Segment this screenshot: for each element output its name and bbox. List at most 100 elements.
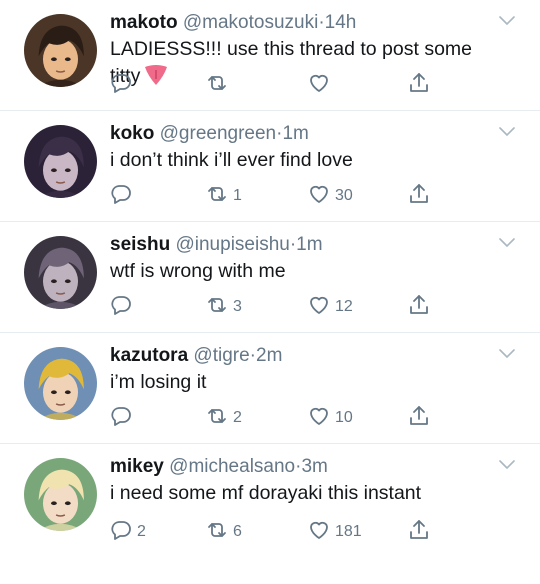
heart-icon xyxy=(307,293,331,322)
avatar[interactable] xyxy=(24,14,97,87)
share-icon xyxy=(407,518,431,547)
reply-button[interactable] xyxy=(109,72,137,98)
tweet-actions: 2 10 xyxy=(109,405,439,431)
avatar[interactable] xyxy=(24,347,97,420)
like-button[interactable] xyxy=(307,72,335,98)
tweet-text: i need some mf dorayaki this instant xyxy=(110,480,520,507)
tweet[interactable]: makoto @makotosuzuki·14h LADIESSS!!! use… xyxy=(0,0,540,111)
tweet-text-line: wtf is wrong with me xyxy=(110,260,286,282)
share-button[interactable] xyxy=(407,519,431,545)
avatar[interactable] xyxy=(24,458,97,531)
reply-button[interactable] xyxy=(109,183,137,209)
reply-button[interactable] xyxy=(109,405,137,431)
like-count: 10 xyxy=(335,409,353,426)
tweet-actions: 3 12 xyxy=(109,294,439,320)
tweet-actions: 1 30 xyxy=(109,183,439,209)
reply-button[interactable]: 2 xyxy=(109,519,146,545)
like-count: 12 xyxy=(335,298,353,315)
timestamp[interactable]: 1m xyxy=(282,123,308,144)
share-button[interactable] xyxy=(407,72,431,98)
retweet-button[interactable]: 1 xyxy=(205,183,242,209)
share-icon xyxy=(407,71,431,100)
username-handle[interactable]: @makotosuzuki xyxy=(183,12,318,33)
timestamp[interactable]: 2m xyxy=(256,345,282,366)
tweet-text-line: i’m losing it xyxy=(110,371,207,393)
tweet-header: koko @greengreen·1m xyxy=(110,121,520,147)
tweet[interactable]: seishu @inupiseishu·1m wtf is wrong with… xyxy=(0,222,540,333)
like-count: 181 xyxy=(335,523,362,540)
display-name[interactable]: seishu xyxy=(110,234,170,255)
reply-count: 2 xyxy=(137,523,146,540)
timestamp[interactable]: 1m xyxy=(296,234,322,255)
share-icon xyxy=(407,182,431,211)
retweet-button[interactable]: 2 xyxy=(205,405,242,431)
share-button[interactable] xyxy=(407,183,431,209)
retweet-count: 6 xyxy=(233,523,242,540)
display-name[interactable]: koko xyxy=(110,123,154,144)
username-handle[interactable]: @tigre xyxy=(193,345,249,366)
like-count: 30 xyxy=(335,187,353,204)
retweet-icon xyxy=(205,404,229,433)
like-button[interactable]: 12 xyxy=(307,294,353,320)
retweet-button[interactable]: 6 xyxy=(205,519,242,545)
like-button[interactable]: 10 xyxy=(307,405,353,431)
display-name[interactable]: mikey xyxy=(110,456,164,477)
tweet-content: koko @greengreen·1m i don’t think i’ll e… xyxy=(110,121,520,174)
reply-icon xyxy=(109,293,133,322)
tweet-text-line: LADIESSS!!! use this thread to post some xyxy=(110,38,473,60)
like-button[interactable]: 30 xyxy=(307,183,353,209)
share-icon xyxy=(407,293,431,322)
chevron-down-icon[interactable] xyxy=(498,125,516,137)
tweet-text: wtf is wrong with me xyxy=(110,258,520,285)
reply-icon xyxy=(109,518,133,547)
username-handle[interactable]: @inupiseishu xyxy=(175,234,289,255)
retweet-count: 2 xyxy=(233,409,242,426)
share-button[interactable] xyxy=(407,405,431,431)
retweet-icon xyxy=(205,71,229,100)
chevron-down-icon[interactable] xyxy=(498,347,516,359)
chevron-down-icon[interactable] xyxy=(498,14,516,26)
reply-button[interactable] xyxy=(109,294,137,320)
display-name[interactable]: makoto xyxy=(110,12,178,33)
tweet-header: kazutora @tigre·2m xyxy=(110,343,520,369)
share-button[interactable] xyxy=(407,294,431,320)
reply-icon xyxy=(109,404,133,433)
tweet-content: kazutora @tigre·2m i’m losing it xyxy=(110,343,520,396)
retweet-button[interactable] xyxy=(205,72,233,98)
heart-icon xyxy=(307,71,331,100)
avatar[interactable] xyxy=(24,236,97,309)
tweet-text: i don’t think i’ll ever find love xyxy=(110,147,520,174)
tweet-text-line: i don’t think i’ll ever find love xyxy=(110,149,353,171)
chevron-down-icon[interactable] xyxy=(498,458,516,470)
tweet-text-line: i need some mf dorayaki this instant xyxy=(110,482,422,504)
timeline: makoto @makotosuzuki·14h LADIESSS!!! use… xyxy=(0,0,540,557)
retweet-count: 3 xyxy=(233,298,242,315)
username-handle[interactable]: @greengreen xyxy=(160,123,276,144)
heart-icon xyxy=(307,518,331,547)
tweet-content: mikey @michealsano·3m i need some mf dor… xyxy=(110,454,520,507)
display-name[interactable]: kazutora xyxy=(110,345,188,366)
tweet[interactable]: mikey @michealsano·3m i need some mf dor… xyxy=(0,444,540,557)
tweet-header: mikey @michealsano·3m xyxy=(110,454,520,480)
avatar[interactable] xyxy=(24,125,97,198)
timestamp[interactable]: 14h xyxy=(325,12,357,33)
tweet-header: seishu @inupiseishu·1m xyxy=(110,232,520,258)
retweet-icon xyxy=(205,182,229,211)
heart-icon xyxy=(307,182,331,211)
timestamp[interactable]: 3m xyxy=(301,456,327,477)
tweet-header: makoto @makotosuzuki·14h xyxy=(110,10,520,36)
reply-icon xyxy=(109,71,133,100)
retweet-count: 1 xyxy=(233,187,242,204)
chevron-down-icon[interactable] xyxy=(498,236,516,248)
tweet-text: i’m losing it xyxy=(110,369,520,396)
retweet-button[interactable]: 3 xyxy=(205,294,242,320)
tweet[interactable]: koko @greengreen·1m i don’t think i’ll e… xyxy=(0,111,540,222)
tweet[interactable]: kazutora @tigre·2m i’m losing it 2 10 xyxy=(0,333,540,444)
retweet-icon xyxy=(205,293,229,322)
reply-icon xyxy=(109,182,133,211)
username-handle[interactable]: @michealsano xyxy=(169,456,295,477)
share-icon xyxy=(407,404,431,433)
retweet-icon xyxy=(205,518,229,547)
like-button[interactable]: 181 xyxy=(307,519,362,545)
heart-icon xyxy=(307,404,331,433)
